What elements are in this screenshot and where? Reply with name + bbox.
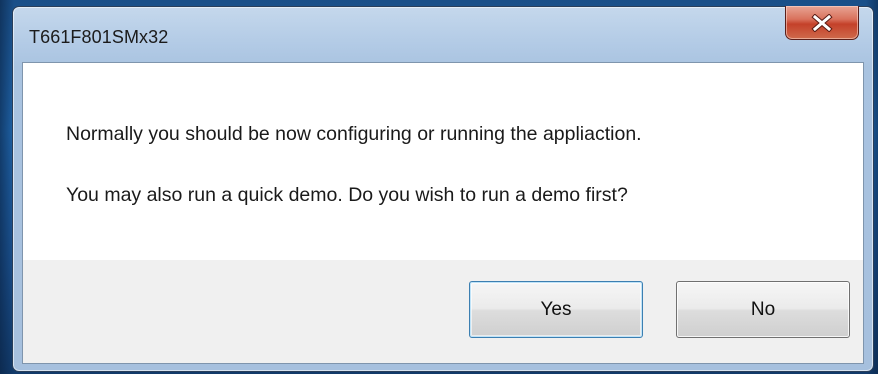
message-area: Normally you should be now configuring o… [23, 63, 863, 260]
message-line-1: Normally you should be now configuring o… [66, 123, 642, 145]
yes-button[interactable]: Yes [469, 281, 643, 338]
no-button[interactable]: No [676, 281, 850, 338]
title-bar[interactable]: T661F801SMx32 [13, 6, 873, 63]
close-x-icon [811, 13, 833, 32]
message-line-2: You may also run a quick demo. Do you wi… [66, 184, 628, 206]
dialog-body: Normally you should be now configuring o… [22, 62, 864, 364]
message-dialog: T661F801SMx32 Normally you should be now… [12, 6, 874, 372]
close-button[interactable] [785, 6, 859, 40]
window-title: T661F801SMx32 [29, 27, 169, 47]
